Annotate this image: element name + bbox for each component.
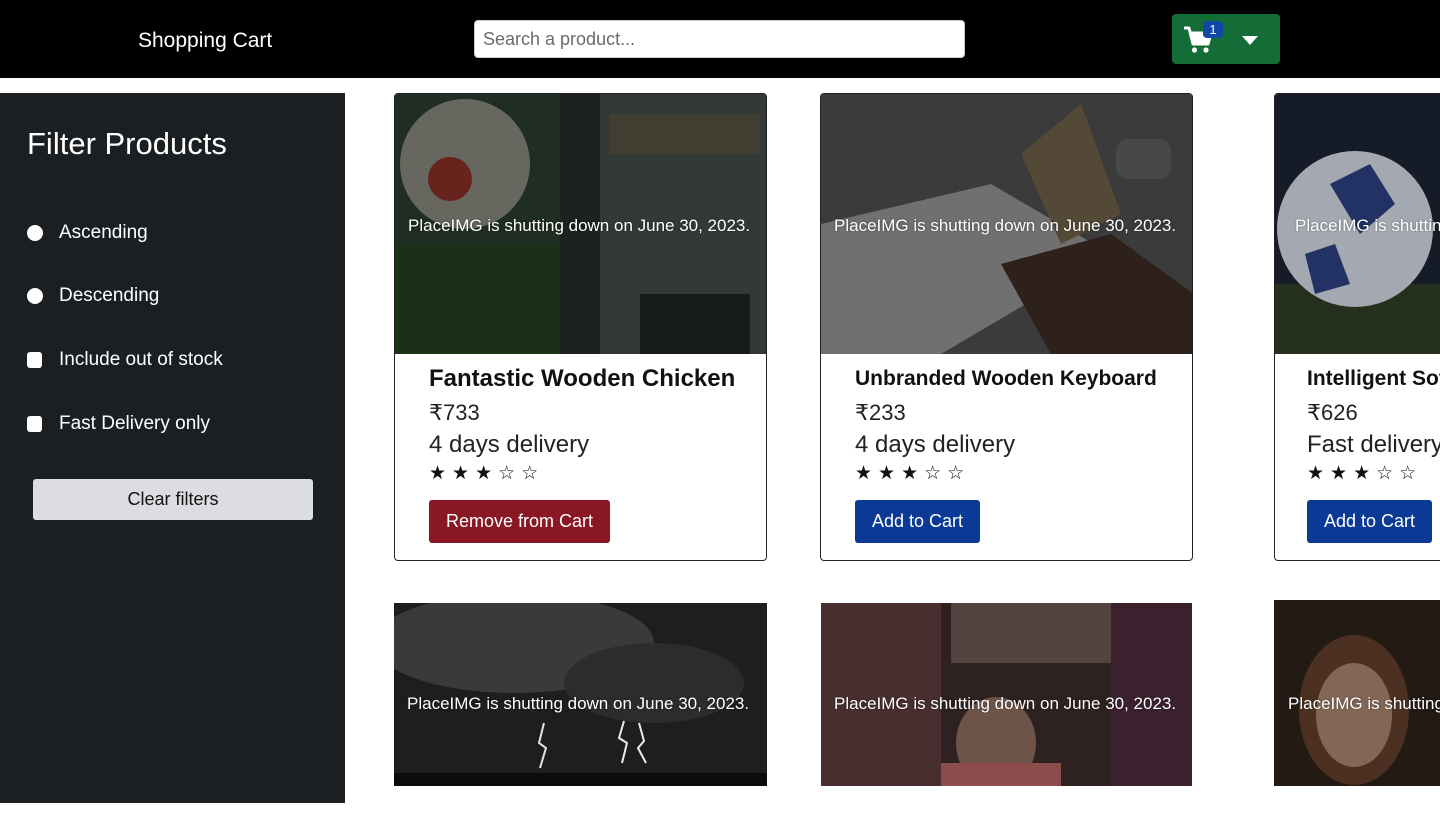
image-notice: PlaceIMG is shutting down on June 30, 20… <box>1288 694 1440 713</box>
caret-down-icon <box>1242 36 1258 45</box>
sort-descending-option[interactable]: Descending <box>27 284 159 308</box>
sort-ascending-option[interactable]: Ascending <box>27 221 148 245</box>
add-to-cart-button[interactable]: Add to Cart <box>855 500 981 543</box>
include-out-of-stock-option[interactable]: Include out of stock <box>27 348 223 372</box>
filter-title: Filter Products <box>27 126 227 161</box>
delivery-time: 4 days delivery <box>429 431 590 458</box>
fast-delivery-checkbox[interactable] <box>27 416 42 432</box>
product-info: Unbranded Wooden Keyboard ₹233 4 days de… <box>855 364 1192 486</box>
image-notice: PlaceIMG is shutting down on June 30, 20… <box>834 694 1177 713</box>
search-input[interactable] <box>474 20 965 58</box>
image-notice: PlaceIMG is shutting down on June 30, 20… <box>407 694 750 713</box>
descending-radio[interactable] <box>27 288 43 304</box>
product-name: Fantastic Wooden Chicken <box>429 365 736 392</box>
fast-delivery-label: Fast Delivery only <box>59 413 210 434</box>
star-rating[interactable]: ★★★☆☆ <box>1307 462 1440 486</box>
price-value: 233 <box>869 400 906 425</box>
product-card: PlaceIMG is shutting down on June 30, 20… <box>820 93 1193 561</box>
include-out-of-stock-checkbox[interactable] <box>27 352 42 368</box>
product-card: PlaceIMG is shutting down on June 30, 20… <box>821 603 1192 786</box>
clear-filters-button[interactable]: Clear filters <box>33 479 313 520</box>
brand-title[interactable]: Shopping Cart <box>138 28 272 54</box>
product-image: PlaceIMG is shutting down on June 30, 20… <box>1275 94 1440 354</box>
fast-delivery-option[interactable]: Fast Delivery only <box>27 412 210 436</box>
price-value: 733 <box>443 400 480 425</box>
image-notice: PlaceIMG is shutting down on June 30, 20… <box>834 216 1177 235</box>
product-card: PlaceIMG is shutting down on June 30, 20… <box>394 93 767 561</box>
star-rating[interactable]: ★★★☆☆ <box>855 462 1192 486</box>
star-rating[interactable]: ★★★☆☆ <box>429 462 766 486</box>
product-price: ₹733 <box>429 398 766 428</box>
product-image: PlaceIMG is shutting down on June 30, 20… <box>821 94 1192 354</box>
remove-from-cart-button[interactable]: Remove from Cart <box>429 500 611 543</box>
ascending-radio[interactable] <box>27 225 43 241</box>
delivery-time: Fast delivery <box>1307 431 1440 458</box>
cart-dropdown-button[interactable]: 1 <box>1172 14 1280 64</box>
product-info: Intelligent Soft Ball ₹626 Fast delivery… <box>1307 364 1440 486</box>
descending-label: Descending <box>59 285 160 306</box>
rupee-icon: ₹ <box>1307 400 1321 425</box>
product-image: PlaceIMG is shutting down on June 30, 20… <box>395 94 766 354</box>
rupee-icon: ₹ <box>429 400 443 425</box>
filter-sidebar: Filter Products Ascending Descending Inc… <box>0 93 345 803</box>
rupee-icon: ₹ <box>855 400 869 425</box>
product-name: Unbranded Wooden Keyboard <box>855 367 1157 390</box>
include-out-of-stock-label: Include out of stock <box>59 349 223 370</box>
product-card: PlaceIMG is shutting down on June 30, 20… <box>1274 600 1440 786</box>
product-price: ₹233 <box>855 398 1192 428</box>
image-notice: PlaceIMG is shutting down on June 30, 20… <box>408 216 751 235</box>
price-value: 626 <box>1321 400 1358 425</box>
add-to-cart-button[interactable]: Add to Cart <box>1307 500 1433 543</box>
top-navbar: Shopping Cart 1 <box>0 0 1440 78</box>
cart-count-badge: 1 <box>1203 21 1223 38</box>
product-card: PlaceIMG is shutting down on June 30, 20… <box>1274 93 1440 561</box>
image-notice: PlaceIMG is shutting down on June 30, 20… <box>1295 216 1440 235</box>
product-price: ₹626 <box>1307 398 1440 428</box>
product-grid: PlaceIMG is shutting down on June 30, 20… <box>345 78 1440 837</box>
delivery-time: 4 days delivery <box>855 431 1016 458</box>
product-info: Fantastic Wooden Chicken ₹733 4 days del… <box>429 364 766 486</box>
ascending-label: Ascending <box>59 222 148 243</box>
product-name: Intelligent Soft Ball <box>1307 367 1440 390</box>
product-card: PlaceIMG is shutting down on June 30, 20… <box>394 603 767 786</box>
